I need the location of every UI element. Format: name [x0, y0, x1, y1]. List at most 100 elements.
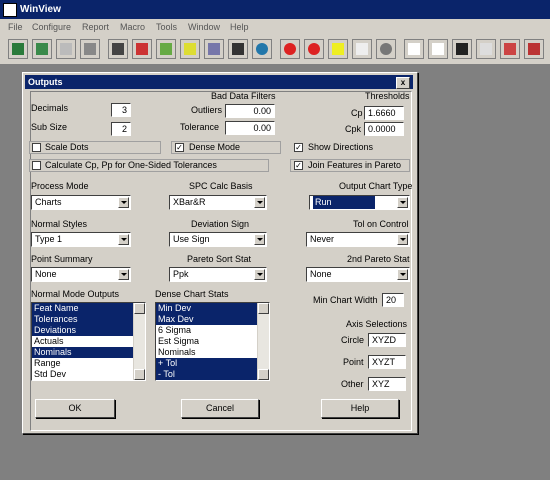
min-chart-width-input[interactable]: 20 — [382, 293, 404, 307]
scale-dots-checkbox[interactable] — [32, 143, 41, 152]
menu-tools[interactable]: Tools — [156, 22, 177, 32]
dialog-title: Outputs — [28, 77, 63, 87]
menu-configure[interactable]: Configure — [32, 22, 71, 32]
output-chart-type-value: Run — [313, 196, 375, 209]
thresholds-label: Thresholds — [365, 91, 410, 101]
doc-icon[interactable] — [352, 39, 372, 59]
apple-icon[interactable] — [280, 39, 300, 59]
list-item[interactable]: Nominals — [156, 347, 257, 358]
other-label: Other — [341, 379, 364, 389]
cp-input[interactable]: 1.6660 — [364, 106, 404, 120]
list-item[interactable]: Deviations — [32, 325, 133, 336]
cancel-button[interactable]: Cancel — [181, 399, 259, 418]
chevron-down-icon[interactable] — [254, 269, 265, 280]
normal-outputs-label: Normal Mode Outputs — [31, 289, 120, 299]
subsize-label: Sub Size — [31, 122, 68, 132]
chevron-down-icon[interactable] — [118, 234, 129, 245]
tol-on-control-select[interactable]: Never — [306, 232, 410, 247]
menu-report[interactable]: Report — [82, 22, 109, 32]
normal-outputs-list[interactable]: Feat Name Tolerances Deviations Actuals Nomi… — [31, 302, 146, 381]
dense-stats-list[interactable]: Min Dev Max Dev 6 Sigma Est Sigma Nominals + … — [155, 302, 270, 381]
send-icon[interactable] — [80, 39, 100, 59]
deviation-sign-label: Deviation Sign — [191, 219, 250, 229]
output-chart-type-select[interactable]: Run — [309, 195, 410, 210]
list-item[interactable]: Est Sigma — [156, 336, 257, 347]
ok-button[interactable]: OK — [35, 399, 115, 418]
list-item[interactable]: + Tol — [156, 358, 257, 369]
help-button[interactable]: Help — [321, 399, 399, 418]
subsize-input[interactable]: 2 — [111, 122, 131, 136]
menu-bar: File Configure Report Macro Tools Window… — [0, 19, 550, 36]
ruler-icon[interactable] — [524, 39, 544, 59]
list-item[interactable]: Tolerances — [32, 314, 133, 325]
spc-calc-label: SPC Calc Basis — [189, 181, 253, 191]
list-item[interactable]: 6 Sigma — [156, 325, 257, 336]
chevron-down-icon[interactable] — [397, 234, 408, 245]
menu-help[interactable]: Help — [230, 22, 249, 32]
calc-cp-checkbox[interactable] — [32, 161, 41, 170]
circle-label: Circle — [341, 335, 365, 345]
num-icon[interactable] — [476, 39, 496, 59]
menu-window[interactable]: Window — [188, 22, 220, 32]
scrollbar[interactable] — [257, 303, 269, 380]
stack-icon[interactable] — [204, 39, 224, 59]
measure-icon[interactable] — [8, 39, 28, 59]
spc-calc-select[interactable]: XBar&R — [169, 195, 267, 210]
decimals-input[interactable]: 3 — [111, 103, 131, 117]
scroll-down-icon[interactable] — [258, 369, 269, 380]
chevron-down-icon[interactable] — [254, 197, 265, 208]
scroll-up-icon[interactable] — [258, 303, 269, 314]
apple2-icon[interactable] — [304, 39, 324, 59]
normal-styles-select[interactable]: Type 1 — [31, 232, 131, 247]
list-item[interactable]: Std Dev — [32, 369, 133, 380]
process-mode-select[interactable]: Charts — [31, 195, 131, 210]
chevron-down-icon[interactable] — [397, 269, 408, 280]
list-icon[interactable] — [156, 39, 176, 59]
point-input[interactable]: XYZT — [368, 355, 406, 369]
circle-input[interactable]: XYZD — [368, 333, 406, 347]
list-item[interactable]: Range — [32, 358, 133, 369]
list-item[interactable]: - Tol — [156, 369, 257, 380]
iges-icon[interactable] — [404, 39, 424, 59]
point-label: Point — [343, 357, 364, 367]
tape-icon[interactable] — [228, 39, 248, 59]
chevron-down-icon[interactable] — [254, 234, 265, 245]
grid-icon[interactable] — [108, 39, 128, 59]
list-item[interactable]: Max Dev — [156, 314, 257, 325]
scroll-up-icon[interactable] — [134, 303, 145, 314]
deviation-sign-select[interactable]: Use Sign — [169, 232, 267, 247]
lightning-icon[interactable] — [180, 39, 200, 59]
close-button[interactable]: x — [396, 77, 410, 89]
stop-icon[interactable] — [376, 39, 396, 59]
point-summary-select[interactable]: None — [31, 267, 131, 282]
chart-icon[interactable] — [132, 39, 152, 59]
menu-file[interactable]: File — [8, 22, 23, 32]
tool-icon[interactable] — [500, 39, 520, 59]
dense-mode-checkbox[interactable]: ✓ — [175, 143, 184, 152]
other-input[interactable]: XYZ — [368, 377, 406, 391]
list-item[interactable]: Min Dev — [156, 303, 257, 314]
pareto-sort-select[interactable]: Ppk — [169, 267, 267, 282]
cpk-input[interactable]: 0.0000 — [364, 122, 404, 136]
chevron-down-icon[interactable] — [118, 269, 129, 280]
connect-icon[interactable] — [32, 39, 52, 59]
tolerance-input[interactable]: 0.00 — [225, 121, 275, 135]
scroll-down-icon[interactable] — [134, 369, 145, 380]
bolt-icon[interactable] — [328, 39, 348, 59]
join-features-checkbox[interactable]: ✓ — [294, 161, 303, 170]
pareto2-select[interactable]: None — [306, 267, 410, 282]
list-item[interactable]: Nominals — [32, 347, 133, 358]
menu-macro[interactable]: Macro — [120, 22, 145, 32]
scrollbar[interactable] — [133, 303, 145, 380]
globe-icon[interactable] — [252, 39, 272, 59]
show-directions-checkbox[interactable]: ✓ — [294, 143, 303, 152]
outliers-input[interactable]: 0.00 — [225, 104, 275, 118]
list-item[interactable]: Actuals — [32, 336, 133, 347]
print-icon[interactable] — [56, 39, 76, 59]
dxf-icon[interactable] — [428, 39, 448, 59]
cpk-label: Cpk — [345, 124, 362, 134]
list-item[interactable]: Feat Name — [32, 303, 133, 314]
chevron-down-icon[interactable] — [118, 197, 129, 208]
glasses-icon[interactable] — [452, 39, 472, 59]
chevron-down-icon[interactable] — [397, 197, 408, 208]
